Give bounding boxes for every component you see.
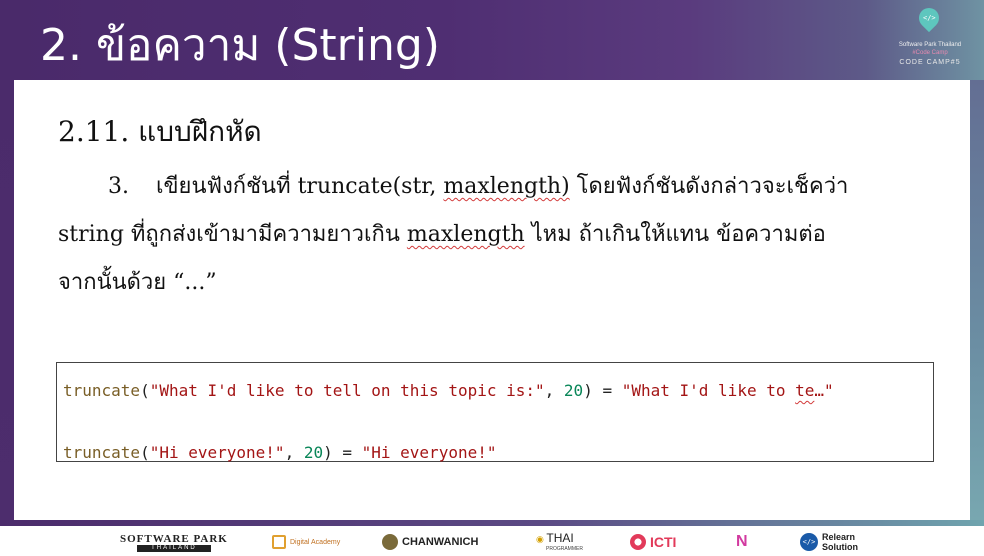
exercise-text-2b: maxlength (406, 222, 525, 247)
code-line-1: truncate("What I'd like to tell on this … (63, 381, 834, 400)
code-result-1b: te (795, 381, 815, 400)
code-fn-2: truncate (63, 443, 141, 462)
sponsor-digital-academy: Digital Academy (272, 531, 340, 553)
sponsor-thai-name: ◉ THAI (536, 532, 574, 546)
code-result-1a: "What I'd like to (621, 381, 796, 400)
sponsor-icti: ICTI (630, 531, 676, 553)
code-result-1c: …" (814, 381, 834, 400)
code-brackets-icon: </> (923, 14, 936, 22)
exercise-text-1c: โดยฟังก์ชันดังกล่าวจะเช็คว่า (569, 174, 849, 199)
code-equals-2: ) = (323, 443, 362, 462)
sponsor-relearn: </> Relearn Solution (800, 531, 858, 553)
exercise-line-3: จากนั้นด้วย “...” (58, 270, 217, 295)
exercise-number: 3. (108, 174, 129, 199)
exercise-text-2c: ไหม ถ้าเกินให้แทน ข้อความต่อ (524, 222, 826, 247)
exercise-line-2: string ที่ถูกส่งเข้ามามีความยาวเกิน maxl… (58, 216, 826, 251)
sponsor-digital-academy-name: Digital Academy (290, 538, 341, 546)
code-fn-1: truncate (63, 381, 141, 400)
exercise-text-2a: string ที่ถูกส่งเข้ามามีความยาวเกิน (58, 222, 407, 247)
icti-icon (630, 534, 646, 550)
section-heading: 2.11. แบบฝึกหัด (58, 115, 262, 148)
sponsor-relearn-sub: Solution (822, 542, 858, 552)
logo-hashtag: #Code Camp (912, 50, 948, 56)
right-border (970, 80, 984, 520)
slide-title: 2. ข้อความ (String) (40, 20, 440, 71)
sponsor-icti-name: ICTI (650, 534, 677, 550)
logo-event-name: CODE CAMP#5 (899, 59, 961, 66)
code-paren-1: ( (140, 381, 150, 400)
sponsor-footer: SOFTWARE PARK THAILAND Digital Academy C… (0, 526, 984, 556)
code-arg-1: "What I'd like to tell on this topic is:… (149, 381, 545, 400)
code-arg-2: "Hi everyone!" (149, 443, 285, 462)
code-camp-logo: </> Software Park Thailand #Code Camp CO… (890, 3, 970, 74)
sponsor-n-name: N (736, 533, 748, 550)
sponsor-relearn-text: Relearn Solution (822, 532, 858, 552)
thai-programmer-icon: ◉ (536, 534, 547, 544)
sponsor-chanwanich: CHANWANICH (382, 531, 478, 553)
logo-org-name: Software Park Thailand (898, 42, 962, 48)
sponsor-thai-programmer: ◉ THAI PROGRAMMER (536, 531, 583, 553)
sponsor-software-park-sub: THAILAND (137, 544, 211, 552)
code-num-1: 20 (563, 381, 584, 400)
code-comma-2: , (284, 443, 304, 462)
code-result-2: "Hi everyone!" (361, 443, 497, 462)
code-comma-1: , (544, 381, 564, 400)
sponsor-thai-text: THAI (546, 531, 574, 545)
sponsor-relearn-name: Relearn (822, 532, 856, 542)
exercise-line-1: 3. เขียนฟังก์ชันที่ truncate(str, maxleng… (108, 168, 848, 203)
sponsor-software-park-name: SOFTWARE PARK (120, 532, 228, 545)
code-example-box: truncate("What I'd like to tell on this … (56, 362, 934, 462)
code-equals-1: ) = (583, 381, 622, 400)
left-border (0, 80, 14, 520)
sponsor-n: N (736, 531, 748, 553)
exercise-text-1a: เขียนฟังก์ชันที่ truncate(str, (156, 174, 444, 199)
exercise-text-1b: maxlength) (443, 174, 570, 199)
relearn-code-icon: </> (800, 533, 818, 551)
digital-academy-icon (272, 535, 286, 549)
code-paren-2: ( (140, 443, 150, 462)
sponsor-chanwanich-name: CHANWANICH (402, 536, 479, 548)
sponsor-thai-sub: PROGRAMMER (546, 546, 583, 552)
code-num-2: 20 (303, 443, 324, 462)
sponsor-software-park: SOFTWARE PARK THAILAND (120, 531, 228, 553)
code-line-2: truncate("Hi everyone!", 20) = "Hi every… (63, 443, 496, 462)
chanwanich-icon (382, 534, 398, 550)
slide: 2. ข้อความ (String) </> Software Park Th… (0, 0, 984, 556)
